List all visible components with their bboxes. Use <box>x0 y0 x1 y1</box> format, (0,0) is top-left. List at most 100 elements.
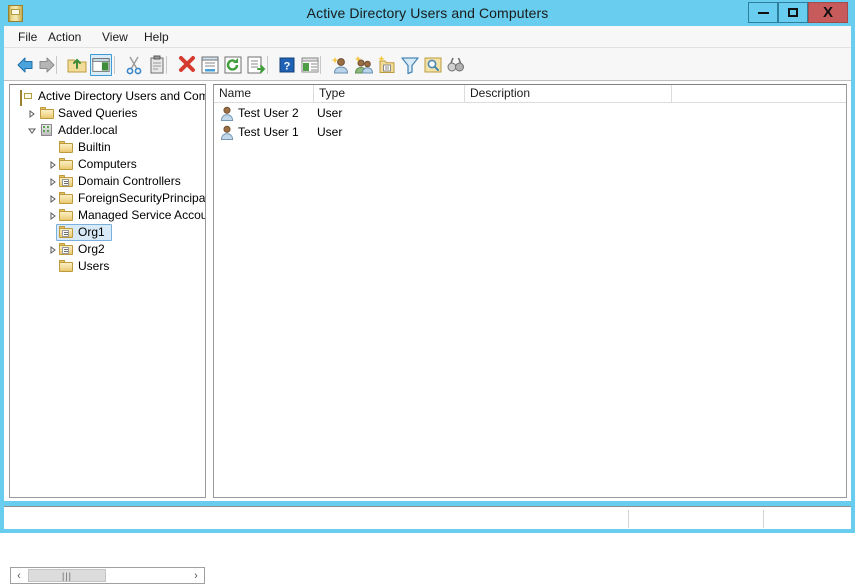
tree-item-label: Builtin <box>78 140 111 154</box>
content-area: Active Directory Users and Com Saved Que… <box>4 81 851 584</box>
tree-item-label: Org2 <box>78 242 105 256</box>
tree-item-label: Domain Controllers <box>78 174 181 188</box>
column-header-description[interactable]: Description <box>465 85 672 102</box>
chevron-right-icon[interactable] <box>49 195 57 203</box>
tree-item-label: Adder.local <box>58 123 118 137</box>
table-row[interactable]: Test User 1 User <box>214 123 846 142</box>
tree-item-adder-local[interactable]: Adder.local <box>10 122 205 139</box>
new-ou-icon[interactable] <box>376 54 398 76</box>
folder-icon <box>59 209 73 222</box>
cell-type: User <box>317 125 343 139</box>
back-icon[interactable] <box>14 54 36 76</box>
column-header-blank[interactable] <box>672 85 846 102</box>
saved-query-icon[interactable] <box>445 54 467 76</box>
scrollbar-thumb[interactable]: ||| <box>28 569 106 582</box>
user-icon <box>220 106 234 122</box>
find-icon[interactable] <box>422 54 444 76</box>
folder-icon <box>40 107 54 120</box>
toolbar-separator <box>56 56 57 74</box>
menu-item-help[interactable]: Help <box>138 26 175 48</box>
minimize-button[interactable] <box>748 2 778 23</box>
tree-item-label: Saved Queries <box>58 106 138 120</box>
console-tree: Active Directory Users and Com Saved Que… <box>10 88 205 275</box>
tree-item-org2[interactable]: Org2 <box>10 241 205 258</box>
chevron-right-icon[interactable] <box>49 246 57 254</box>
folder-icon <box>59 192 73 205</box>
folder-icon <box>59 158 73 171</box>
window-title: Active Directory Users and Computers <box>306 5 549 21</box>
menu-item-file[interactable]: File <box>12 26 43 48</box>
cell-type: User <box>317 106 343 120</box>
toolbar-separator <box>320 56 321 74</box>
delete-icon[interactable] <box>176 54 198 76</box>
tree-item-foreignsecurityprincipals[interactable]: ForeignSecurityPrincipals <box>10 190 205 207</box>
console-root-icon <box>20 90 34 106</box>
tree-item-label: Users <box>78 259 110 273</box>
minimize-icon <box>757 11 769 14</box>
tree-item-computers[interactable]: Computers <box>10 156 205 173</box>
list-view-pane[interactable]: Name Type Description Test User 2 User T… <box>213 84 847 498</box>
tree-item-domain-controllers[interactable]: Domain Controllers <box>10 173 205 190</box>
cut-icon[interactable] <box>123 54 145 76</box>
toolbar-separator <box>166 56 167 74</box>
console-tree-pane[interactable]: Active Directory Users and Com Saved Que… <box>9 84 206 498</box>
scroll-right-button[interactable]: › <box>188 568 204 583</box>
list-column-header: Name Type Description <box>214 85 846 103</box>
folder-icon <box>59 141 73 154</box>
user-icon <box>220 125 234 141</box>
show-hide-console-tree-icon[interactable] <box>90 54 112 76</box>
close-button[interactable]: X <box>808 2 848 23</box>
show-hide-action-pane-icon[interactable] <box>299 54 321 76</box>
new-group-icon[interactable] <box>353 54 375 76</box>
help-icon[interactable]: ? <box>276 54 298 76</box>
ou-icon <box>59 243 73 256</box>
ou-icon <box>59 175 73 188</box>
tree-item-org1[interactable]: Org1 <box>10 224 205 241</box>
svg-text:?: ? <box>284 61 291 73</box>
tree-item-users[interactable]: Users <box>10 258 205 275</box>
toolbar-separator <box>267 56 268 74</box>
chevron-right-icon[interactable] <box>28 110 36 118</box>
properties-icon[interactable] <box>199 54 221 76</box>
toolbar-separator <box>114 56 115 74</box>
status-bar <box>4 506 851 529</box>
paste-icon[interactable] <box>146 54 168 76</box>
close-icon: X <box>822 4 833 21</box>
status-cell-main <box>4 507 634 529</box>
maximize-icon <box>788 8 798 17</box>
status-cell-right <box>764 507 855 529</box>
forward-icon[interactable] <box>36 54 58 76</box>
table-row[interactable]: Test User 2 User <box>214 104 846 123</box>
tree-item-saved-queries[interactable]: Saved Queries <box>10 105 205 122</box>
up-one-level-icon[interactable] <box>66 54 88 76</box>
chevron-right-icon[interactable] <box>49 212 57 220</box>
cell-name: Test User 1 <box>238 125 299 139</box>
menu-bar: File Action View Help <box>4 26 851 48</box>
chevron-down-icon[interactable] <box>28 127 36 135</box>
maximize-button[interactable] <box>778 2 808 23</box>
tree-item-label: ForeignSecurityPrincipals <box>78 191 206 205</box>
menu-item-view[interactable]: View <box>96 26 134 48</box>
export-list-icon[interactable] <box>245 54 267 76</box>
toolbar: ? <box>4 48 851 81</box>
column-header-type[interactable]: Type <box>314 85 465 102</box>
column-header-name[interactable]: Name <box>214 85 314 102</box>
tree-horizontal-scrollbar[interactable]: ‹ ||| › <box>10 567 205 584</box>
folder-icon <box>59 260 73 273</box>
scroll-left-button[interactable]: ‹ <box>11 568 27 583</box>
tree-item-managed-service-accounts[interactable]: Managed Service Accounts <box>10 207 205 224</box>
tree-item-builtin[interactable]: Builtin <box>10 139 205 156</box>
domain-icon <box>39 124 53 137</box>
filter-icon[interactable] <box>399 54 421 76</box>
new-user-icon[interactable] <box>330 54 352 76</box>
chevron-right-icon[interactable] <box>49 178 57 186</box>
tree-item-active-directory-users-and-computers[interactable]: Active Directory Users and Com <box>10 88 206 106</box>
tree-item-label: Computers <box>78 157 137 171</box>
ou-icon <box>59 226 73 239</box>
scrollbar-grip: ||| <box>61 570 72 581</box>
chevron-right-icon[interactable] <box>49 161 57 169</box>
refresh-icon[interactable] <box>222 54 244 76</box>
tree-item-label: Org1 <box>78 225 105 239</box>
tree-item-label: Active Directory Users and Com <box>38 89 206 103</box>
menu-item-action[interactable]: Action <box>42 26 87 48</box>
